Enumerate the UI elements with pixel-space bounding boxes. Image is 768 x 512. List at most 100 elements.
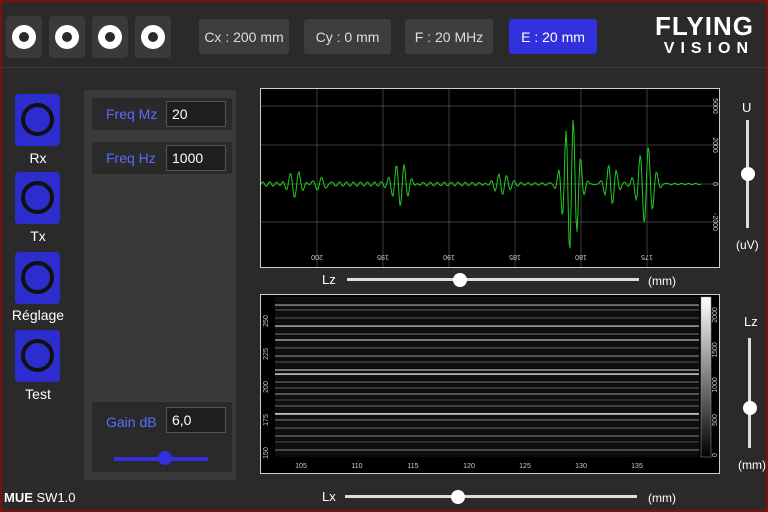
ascan-svg: 200 195 190 185 180 175 5000 2000 0 -2000 [260, 89, 719, 267]
ascan-y-tick-label: 2000 [711, 137, 718, 153]
u-slider[interactable] [741, 120, 755, 228]
ascan-y-tick-label: 5000 [711, 98, 718, 114]
ring-icon [21, 261, 54, 294]
ring-icon [12, 25, 36, 49]
bscan-y-tick-label: 150 [263, 447, 270, 459]
lz-axis-label-right: Lz [744, 314, 758, 329]
lz-slider-top-track [347, 278, 639, 281]
bscan-x-tick-label: 130 [575, 463, 587, 470]
bscan-x-tick-label: 120 [463, 463, 475, 470]
u-slider-handle[interactable] [741, 167, 755, 181]
bscan-plot: 105 110 115 120 125 130 135 250 225 200 175 150 20… [260, 294, 720, 474]
freq-hz-field: Freq Hz [92, 142, 232, 174]
cy-chip[interactable]: Cy : 0 mm [304, 19, 391, 54]
ascan-y-tick-label: -2000 [711, 213, 718, 231]
freq-mz-input[interactable] [166, 101, 226, 127]
top-bar: Cx : 200 mm Cy : 0 mm F : 20 MHz E : 20 … [2, 2, 766, 68]
freq-mz-label: Freq Mz [106, 106, 158, 122]
freq-hz-label: Freq Hz [106, 150, 156, 166]
ring-icon [55, 25, 79, 49]
lz-unit-top: (mm) [648, 274, 676, 288]
lz-slider-top-handle[interactable] [452, 273, 467, 287]
gain-input[interactable] [166, 407, 226, 433]
bscan-x-tick-label: 115 [407, 463, 418, 470]
ring-icon [141, 25, 165, 49]
ring-button-3[interactable] [92, 16, 128, 58]
freq-mz-field: Freq Mz [92, 98, 232, 130]
sidebar-label-reglage: Réglage [11, 307, 65, 323]
ascan-x-tick-label: 175 [641, 253, 653, 260]
ring-icon [21, 339, 54, 372]
colorbar [700, 296, 712, 458]
ascan-x-tick-label: 185 [509, 253, 521, 260]
gain-field: Gain dB [92, 402, 232, 472]
lx-slider-track [345, 495, 637, 498]
colorbar-tick-label: 2000 [712, 307, 719, 323]
gain-slider-handle[interactable] [158, 451, 172, 465]
ring-button-2[interactable] [49, 16, 85, 58]
version-label: MUE SW1.0 [4, 490, 76, 505]
logo-line1: FLYING [655, 11, 754, 41]
lx-slider[interactable] [345, 490, 637, 504]
sidebar-label-tx: Tx [30, 228, 46, 244]
flying-vision-logo: FLYING VISION [655, 12, 754, 58]
sidebar-label-test: Test [25, 386, 51, 402]
bscan-x-ticks: 105 110 115 120 125 130 135 [295, 463, 643, 470]
lz-unit-right: (mm) [738, 458, 766, 472]
colorbar-tick-label: 1500 [712, 342, 719, 358]
frequency-chip[interactable]: F : 20 MHz [405, 19, 493, 54]
freq-hz-input[interactable] [166, 145, 226, 171]
lz-axis-label-top: Lz [322, 272, 336, 287]
ascan-plot: 200 195 190 185 180 175 5000 2000 0 -2000 [260, 88, 720, 268]
ascan-x-tick-label: 195 [377, 253, 389, 260]
bscan-y-tick-label: 200 [263, 381, 270, 393]
u-axis-label: U [742, 100, 752, 115]
sidebar-item-rx[interactable] [15, 94, 60, 146]
colorbar-tick-label: 500 [712, 414, 719, 426]
bscan-y-tick-label: 175 [263, 414, 270, 426]
lx-axis-label: Lx [322, 489, 336, 504]
bscan-y-tick-label: 250 [263, 315, 270, 327]
ascan-x-tick-label: 200 [311, 253, 323, 260]
ring-button-4[interactable] [135, 16, 171, 58]
ascan-y-tick-label: 0 [711, 182, 718, 186]
sidebar-item-tx[interactable] [15, 172, 60, 224]
bscan-x-tick-label: 110 [351, 463, 362, 470]
ring-icon [21, 103, 54, 136]
logo-line2: VISION [663, 40, 754, 57]
bscan-x-tick-label: 135 [631, 463, 643, 470]
bscan-y-tick-label: 225 [263, 348, 270, 360]
lz-slider-top[interactable] [347, 273, 639, 287]
ascan-trace [260, 120, 702, 249]
bscan-x-tick-label: 105 [295, 463, 307, 470]
ring-icon [21, 181, 54, 214]
ascan-x-tick-label: 190 [443, 253, 455, 260]
cx-chip[interactable]: Cx : 200 mm [199, 19, 289, 54]
lz-slider-right-track [748, 338, 751, 448]
sidebar-label-rx: Rx [29, 150, 47, 166]
bscan-x-tick-label: 125 [519, 463, 531, 470]
ring-button-1[interactable] [6, 16, 42, 58]
app-window: Cx : 200 mm Cy : 0 mm F : 20 MHz E : 20 … [0, 0, 768, 512]
e-chip[interactable]: E : 20 mm [509, 19, 597, 54]
lz-slider-right-handle[interactable] [743, 401, 757, 416]
bscan-image [275, 297, 699, 457]
gain-label: Gain dB [106, 414, 157, 430]
ascan-y-ticks: 5000 2000 0 -2000 [711, 98, 718, 231]
ring-icon [98, 25, 122, 49]
bscan-svg: 105 110 115 120 125 130 135 250 225 200 175 150 20… [263, 296, 719, 470]
ascan-x-ticks: 200 195 190 185 180 175 [311, 253, 653, 260]
software-version: SW1.0 [36, 490, 76, 505]
ascan-x-tick-label: 180 [575, 253, 587, 260]
colorbar-tick-label: 0 [712, 453, 719, 457]
colorbar-ticks: 2000 1500 1000 500 0 [712, 307, 719, 457]
lx-unit: (mm) [648, 491, 676, 505]
sidebar-item-test[interactable] [15, 330, 60, 382]
bscan-y-ticks: 250 225 200 175 150 [263, 315, 270, 459]
colorbar-tick-label: 1000 [712, 377, 719, 393]
u-unit: (uV) [736, 238, 759, 252]
lx-slider-handle[interactable] [450, 490, 465, 504]
sidebar-item-reglage[interactable] [15, 252, 60, 304]
product-name: MUE [4, 490, 33, 505]
lz-slider-right[interactable] [743, 338, 757, 448]
